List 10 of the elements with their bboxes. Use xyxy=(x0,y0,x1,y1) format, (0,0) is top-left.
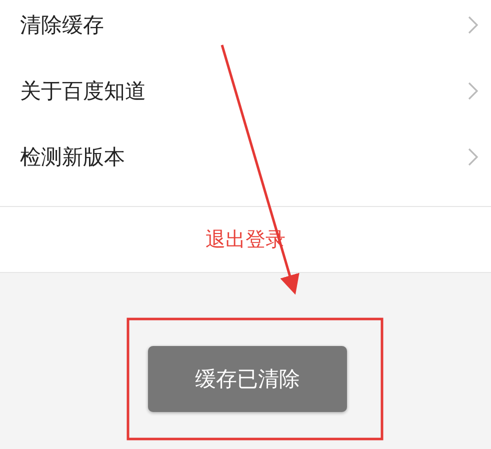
settings-item[interactable]: 检测新版本 xyxy=(0,124,491,190)
settings-label: 关于百度知道 xyxy=(20,78,146,105)
settings-label: 清除缓存 xyxy=(20,12,104,39)
chevron-icon xyxy=(467,81,479,101)
chevron-icon xyxy=(467,15,479,35)
settings-item[interactable]: 清除缓存 xyxy=(0,0,491,58)
settings-item[interactable]: 关于百度知道 xyxy=(0,58,491,124)
chevron-icon xyxy=(467,147,479,167)
settings-label: 检测新版本 xyxy=(20,144,125,171)
toast-message: 缓存已清除 xyxy=(148,346,347,412)
